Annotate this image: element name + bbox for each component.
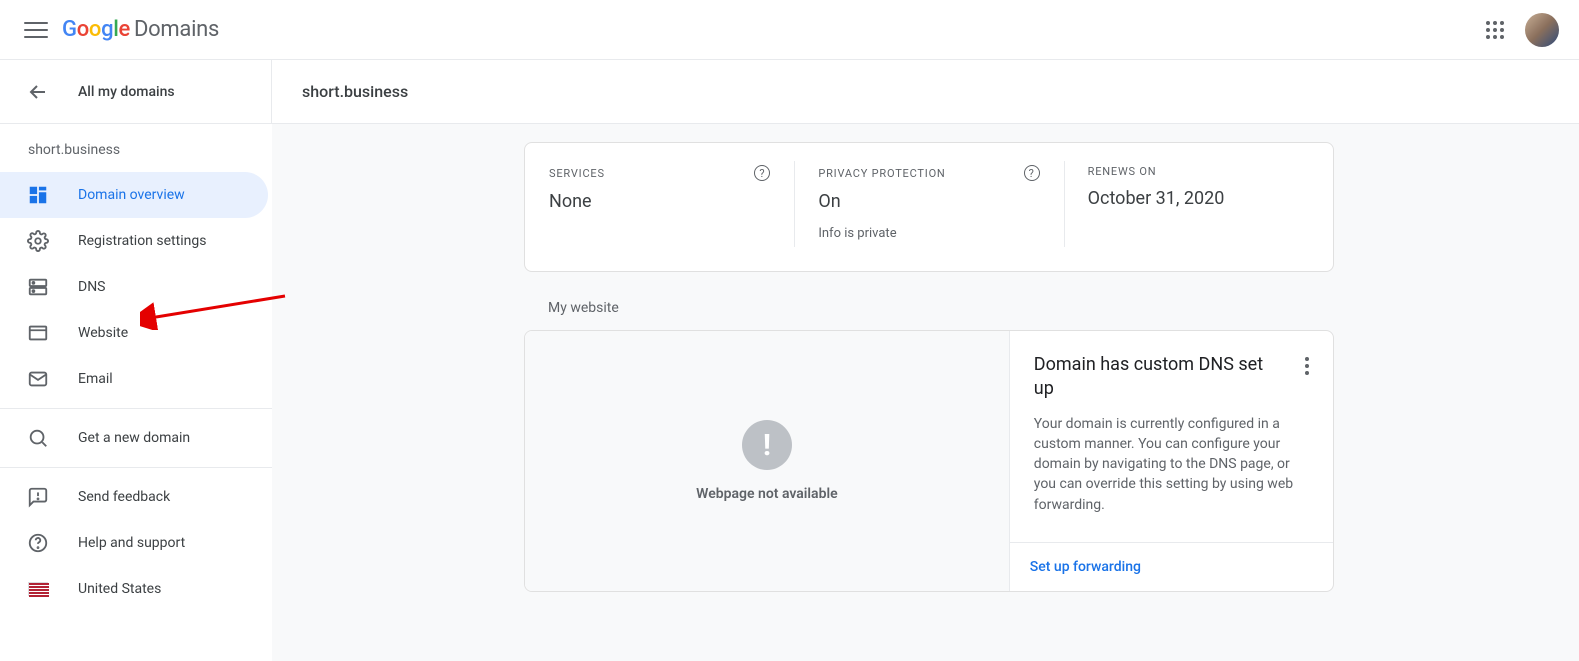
more-icon[interactable] xyxy=(1305,357,1309,375)
sidebar-item-label: United States xyxy=(78,581,161,597)
website-info-title: Domain has custom DNS set up xyxy=(1034,353,1264,402)
stat-renews: Renews on October 31, 2020 xyxy=(1064,165,1333,241)
sidebar-item-dns[interactable]: DNS xyxy=(0,264,268,310)
google-domains-logo[interactable]: Google Domains xyxy=(62,17,219,42)
menu-icon[interactable] xyxy=(24,18,48,42)
sidebar-item-label: Registration settings xyxy=(78,233,206,249)
main-content: Services ? None Privacy Protection ? On … xyxy=(272,124,1579,661)
help-icon[interactable]: ? xyxy=(1024,165,1040,181)
sidebar-item-label: DNS xyxy=(78,279,106,295)
dashboard-icon xyxy=(26,183,50,207)
section-title-my-website: My website xyxy=(548,300,1334,316)
website-card: ! Webpage not available Domain has custo… xyxy=(524,330,1334,592)
stat-label-text: Privacy Protection xyxy=(818,167,945,180)
stat-label-text: Services xyxy=(549,167,605,180)
setup-forwarding-link[interactable]: Set up forwarding xyxy=(1030,559,1141,575)
sidebar-item-domain-overview[interactable]: Domain overview xyxy=(0,172,268,218)
feedback-icon xyxy=(26,485,50,509)
sidebar-separator xyxy=(0,467,272,468)
stats-card: Services ? None Privacy Protection ? On … xyxy=(524,142,1334,272)
help-icon[interactable]: ? xyxy=(754,165,770,181)
page-header: All my domains short.business xyxy=(0,60,1579,124)
back-arrow-icon[interactable] xyxy=(26,80,50,104)
stat-subtext: Info is private xyxy=(818,226,1039,241)
warning-icon: ! xyxy=(742,420,792,470)
preview-unavailable-text: Webpage not available xyxy=(696,486,837,502)
all-domains-link[interactable]: All my domains xyxy=(78,84,175,100)
us-flag-icon xyxy=(26,577,50,601)
stat-label-text: Renews on xyxy=(1088,165,1157,178)
apps-icon[interactable] xyxy=(1483,18,1507,42)
help-icon xyxy=(26,531,50,555)
sidebar-item-label: Domain overview xyxy=(78,187,185,203)
avatar[interactable] xyxy=(1525,13,1559,47)
sidebar-item-label: Get a new domain xyxy=(78,430,190,446)
website-preview: ! Webpage not available xyxy=(525,331,1010,591)
stat-value: On xyxy=(818,191,1039,212)
website-info-description: Your domain is currently configured in a… xyxy=(1034,414,1309,515)
sidebar-item-send-feedback[interactable]: Send feedback xyxy=(0,474,268,520)
website-icon xyxy=(26,321,50,345)
dns-icon xyxy=(26,275,50,299)
sidebar-item-website[interactable]: Website xyxy=(0,310,268,356)
stat-value: None xyxy=(549,191,770,212)
website-info: Domain has custom DNS set up Your domain… xyxy=(1010,331,1333,591)
sidebar-item-label: Help and support xyxy=(78,535,185,551)
sidebar-item-label: Send feedback xyxy=(78,489,170,505)
sidebar-item-get-new-domain[interactable]: Get a new domain xyxy=(0,415,268,461)
sidebar-item-country[interactable]: United States xyxy=(0,566,268,612)
sidebar: short.business Domain overview Registrat… xyxy=(0,124,272,661)
sidebar-item-label: Website xyxy=(78,325,128,341)
stat-value: October 31, 2020 xyxy=(1088,188,1309,209)
sidebar-item-registration-settings[interactable]: Registration settings xyxy=(0,218,268,264)
page-title: short.business xyxy=(272,82,408,101)
search-icon xyxy=(26,426,50,450)
stat-services: Services ? None xyxy=(525,165,794,241)
sidebar-separator xyxy=(0,408,272,409)
logo-suffix: Domains xyxy=(134,17,219,42)
gear-icon xyxy=(26,229,50,253)
email-icon xyxy=(26,367,50,391)
sidebar-item-help-support[interactable]: Help and support xyxy=(0,520,268,566)
sidebar-item-email[interactable]: Email xyxy=(0,356,268,402)
sidebar-item-label: Email xyxy=(78,371,113,387)
stat-privacy: Privacy Protection ? On Info is private xyxy=(794,165,1063,241)
topbar: Google Domains xyxy=(0,0,1579,60)
sidebar-domain-label: short.business xyxy=(0,142,272,172)
